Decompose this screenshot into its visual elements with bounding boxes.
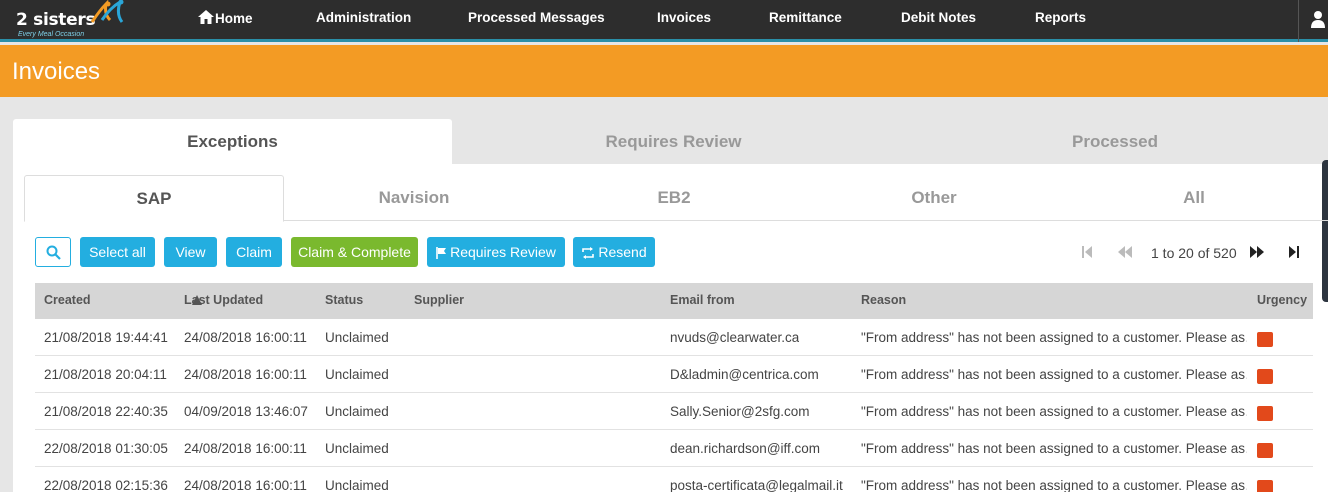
brand-tagline: Every Meal Occasion [18,31,85,38]
cell-created: 21/08/2018 20:04:11 [44,367,167,382]
page-title: Invoices [12,58,101,85]
last-page-icon[interactable] [1289,246,1299,258]
cell-last-updated: 24/08/2018 16:00:11 [184,367,307,382]
next-page-icon[interactable] [1250,246,1264,258]
brand-name: 2 sisters [16,10,96,30]
column-supplier[interactable]: Supplier [414,283,464,319]
cell-email-from: nvuds@clearwater.ca [670,330,800,345]
cell-created: 21/08/2018 22:40:35 [44,404,168,419]
nav-debit-notes[interactable]: Debit Notes [901,10,976,25]
user-menu[interactable] [1298,0,1328,42]
table-row[interactable]: 21/08/2018 22:40:35 04/09/2018 13:46:07 … [35,393,1313,430]
subtab-all[interactable]: All [1064,175,1324,221]
cell-status: Unclaimed [325,478,389,492]
cell-reason: "From address" has not been assigned to … [861,330,1247,345]
nav-home-label: Home [215,11,253,26]
cell-last-updated: 24/08/2018 16:00:11 [184,478,307,492]
cell-status: Unclaimed [325,330,389,345]
tab-processed[interactable]: Processed [895,119,1328,164]
column-email-from[interactable]: Email from [670,283,735,319]
cell-status: Unclaimed [325,367,389,382]
cell-last-updated: 24/08/2018 16:00:11 [184,330,307,345]
nav-administration[interactable]: Administration [316,10,411,25]
claim-button[interactable]: Claim [226,237,282,267]
subtab-navision[interactable]: Navision [284,175,544,221]
column-status[interactable]: Status [325,283,363,319]
cell-created: 21/08/2018 19:44:41 [44,330,168,345]
home-icon [198,10,214,24]
requires-review-label: Requires Review [450,244,556,260]
first-page-icon[interactable] [1082,246,1092,258]
cell-created: 22/08/2018 02:15:36 [44,478,168,492]
main-tabs: Exceptions Requires Review Processed [13,119,1328,164]
table-row[interactable]: 21/08/2018 19:44:41 24/08/2018 16:00:11 … [35,319,1313,356]
cell-reason: "From address" has not been assigned to … [861,478,1247,492]
cell-status: Unclaimed [325,441,389,456]
top-navbar: 2 sisters Every Meal Occasion Home Admin… [0,0,1328,42]
previous-page-icon[interactable] [1118,246,1132,258]
urgency-indicator [1257,332,1273,347]
cell-reason: "From address" has not been assigned to … [861,404,1247,419]
cell-email-from: Sally.Senior@2sfg.com [670,404,810,419]
cell-status: Unclaimed [325,404,389,419]
nav-processed-messages[interactable]: Processed Messages [468,10,605,25]
brand-logo[interactable]: 2 sisters Every Meal Occasion [16,0,136,38]
column-reason[interactable]: Reason [861,283,906,319]
nav-remittance[interactable]: Remittance [769,10,842,25]
resend-button[interactable]: Resend [573,237,655,267]
tab-requires-review[interactable]: Requires Review [452,119,895,164]
brand-figure-icon [90,0,124,23]
cell-created: 22/08/2018 01:30:05 [44,441,168,456]
table-row[interactable]: 22/08/2018 02:15:36 24/08/2018 16:00:11 … [35,467,1313,492]
sub-tabs: SAP Navision EB2 Other All [24,175,1328,222]
subtab-other[interactable]: Other [804,175,1064,221]
cell-email-from: D&ladmin@centrica.com [670,367,819,382]
table-row[interactable]: 22/08/2018 01:30:05 24/08/2018 16:00:11 … [35,430,1313,467]
tab-exceptions[interactable]: Exceptions [13,119,452,164]
cell-last-updated: 24/08/2018 16:00:11 [184,441,307,456]
select-all-button[interactable]: Select all [80,237,155,267]
urgency-indicator [1257,406,1273,421]
table-header: Created Last Updated Status Supplier Ema… [35,283,1313,319]
subtab-sap[interactable]: SAP [24,175,284,222]
requires-review-button[interactable]: Requires Review [427,237,565,267]
claim-complete-button[interactable]: Claim & Complete [291,237,418,267]
page-header: Invoices [0,45,1328,97]
view-button[interactable]: View [164,237,217,267]
nav-invoices[interactable]: Invoices [657,10,711,25]
column-urgency[interactable]: Urgency [1257,283,1307,319]
search-icon [46,245,61,260]
resend-icon [582,247,595,259]
column-created[interactable]: Created [44,283,91,319]
cell-email-from: dean.richardson@iff.com [670,441,821,456]
urgency-indicator [1257,369,1273,384]
table-row[interactable]: 21/08/2018 20:04:11 24/08/2018 16:00:11 … [35,356,1313,393]
cell-email-from: posta-certificata@legalmail.it [670,478,843,492]
urgency-indicator [1257,480,1273,492]
subtab-eb2[interactable]: EB2 [544,175,804,221]
user-icon [1311,11,1325,28]
cell-last-updated: 04/09/2018 13:46:07 [184,404,308,419]
pager-status: 1 to 20 of 520 [1151,245,1237,261]
urgency-indicator [1257,443,1273,458]
column-last-updated[interactable]: Last Updated [184,283,263,319]
nav-home[interactable]: Home [198,10,253,26]
cell-reason: "From address" has not been assigned to … [861,441,1247,456]
resend-label: Resend [598,244,647,260]
search-button[interactable] [35,237,71,267]
flag-icon [436,247,447,259]
cell-reason: "From address" has not been assigned to … [861,367,1247,382]
nav-reports[interactable]: Reports [1035,10,1086,25]
